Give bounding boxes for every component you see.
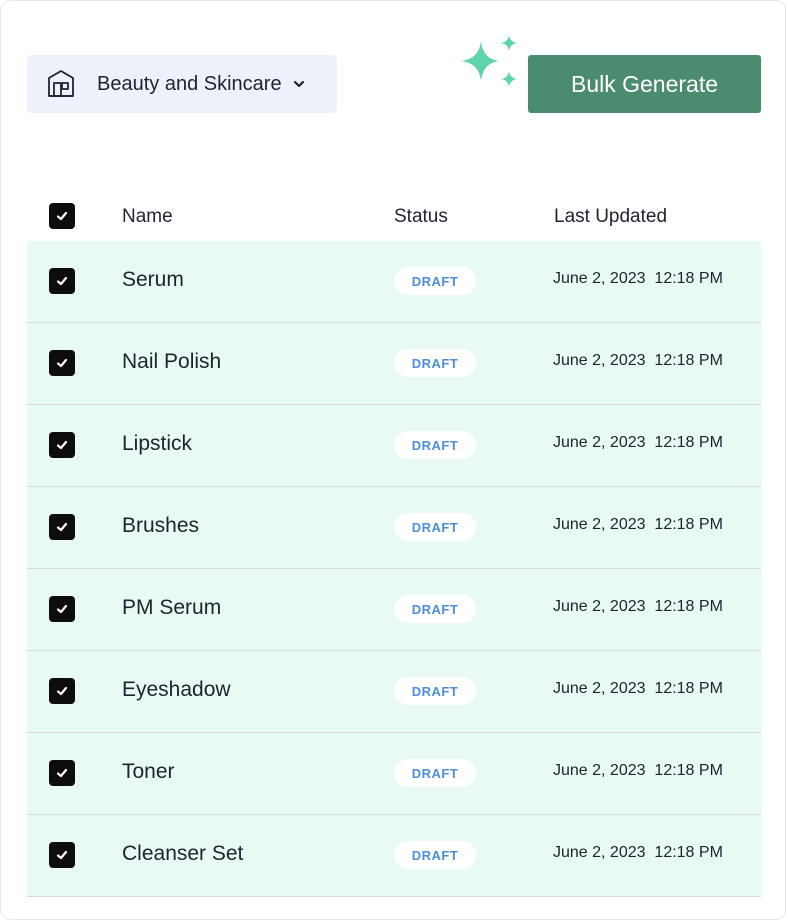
checkmark-icon [56, 604, 68, 614]
column-header-name[interactable]: Name [122, 206, 173, 228]
table-row[interactable]: Lipstick DRAFT June 2, 2023 12:18 PM [27, 405, 761, 487]
table-row[interactable]: Brushes DRAFT June 2, 2023 12:18 PM [27, 487, 761, 569]
status-badge: DRAFT [394, 595, 476, 623]
row-name[interactable]: Cleanser Set [122, 842, 243, 866]
status-badge: DRAFT [394, 759, 476, 787]
row-name[interactable]: PM Serum [122, 596, 221, 620]
row-name[interactable]: Nail Polish [122, 350, 221, 374]
table-row[interactable]: Toner DRAFT June 2, 2023 12:18 PM [27, 733, 761, 815]
column-header-last-updated[interactable]: Last Updated [554, 206, 667, 228]
status-badge: DRAFT [394, 841, 476, 869]
row-last-updated: June 2, 2023 12:18 PM [553, 762, 723, 779]
row-checkbox[interactable] [49, 350, 75, 376]
row-last-updated: June 2, 2023 12:18 PM [553, 270, 723, 287]
checkmark-icon [56, 686, 68, 696]
row-last-updated: June 2, 2023 12:18 PM [553, 434, 723, 451]
row-checkbox[interactable] [49, 760, 75, 786]
row-name[interactable]: Lipstick [122, 432, 192, 456]
category-dropdown-label: Beauty and Skincare [97, 72, 282, 95]
row-checkbox[interactable] [49, 432, 75, 458]
row-checkbox[interactable] [49, 678, 75, 704]
product-panel: Beauty and Skincare Bulk Generate Name S… [0, 0, 786, 920]
table-row[interactable]: PM Serum DRAFT June 2, 2023 12:18 PM [27, 569, 761, 651]
table-row[interactable]: Serum DRAFT June 2, 2023 12:18 PM [27, 241, 761, 323]
row-name[interactable]: Toner [122, 760, 175, 784]
product-table: Name Status Last Updated Serum DRAFT Jun… [27, 191, 761, 897]
checkmark-icon [56, 768, 68, 778]
bulk-generate-button[interactable]: Bulk Generate [528, 55, 761, 113]
row-last-updated: June 2, 2023 12:18 PM [553, 352, 723, 369]
checkmark-icon [56, 440, 68, 450]
table-header: Name Status Last Updated [27, 191, 761, 241]
sparkle-icon [457, 33, 521, 93]
status-badge: DRAFT [394, 349, 476, 377]
table-row[interactable]: Cleanser Set DRAFT June 2, 2023 12:18 PM [27, 815, 761, 897]
row-checkbox[interactable] [49, 596, 75, 622]
checkmark-icon [56, 522, 68, 532]
row-last-updated: June 2, 2023 12:18 PM [553, 598, 723, 615]
status-badge: DRAFT [394, 431, 476, 459]
row-checkbox[interactable] [49, 842, 75, 868]
category-dropdown[interactable]: Beauty and Skincare [27, 55, 337, 113]
table-row[interactable]: Nail Polish DRAFT June 2, 2023 12:18 PM [27, 323, 761, 405]
store-icon [45, 68, 77, 100]
column-header-status[interactable]: Status [394, 206, 448, 228]
status-badge: DRAFT [394, 513, 476, 541]
row-name[interactable]: Serum [122, 268, 184, 292]
table-row[interactable]: Eyeshadow DRAFT June 2, 2023 12:18 PM [27, 651, 761, 733]
row-last-updated: June 2, 2023 12:18 PM [553, 680, 723, 697]
checkmark-icon [56, 358, 68, 368]
row-name[interactable]: Brushes [122, 514, 199, 538]
checkmark-icon [56, 211, 68, 221]
row-checkbox[interactable] [49, 268, 75, 294]
row-last-updated: June 2, 2023 12:18 PM [553, 844, 723, 861]
table-body: Serum DRAFT June 2, 2023 12:18 PM Nail P… [27, 241, 761, 897]
row-last-updated: June 2, 2023 12:18 PM [553, 516, 723, 533]
checkmark-icon [56, 276, 68, 286]
status-badge: DRAFT [394, 267, 476, 295]
chevron-down-icon [292, 76, 308, 92]
checkmark-icon [56, 850, 68, 860]
row-name[interactable]: Eyeshadow [122, 678, 231, 702]
select-all-checkbox[interactable] [49, 203, 75, 229]
row-checkbox[interactable] [49, 514, 75, 540]
status-badge: DRAFT [394, 677, 476, 705]
